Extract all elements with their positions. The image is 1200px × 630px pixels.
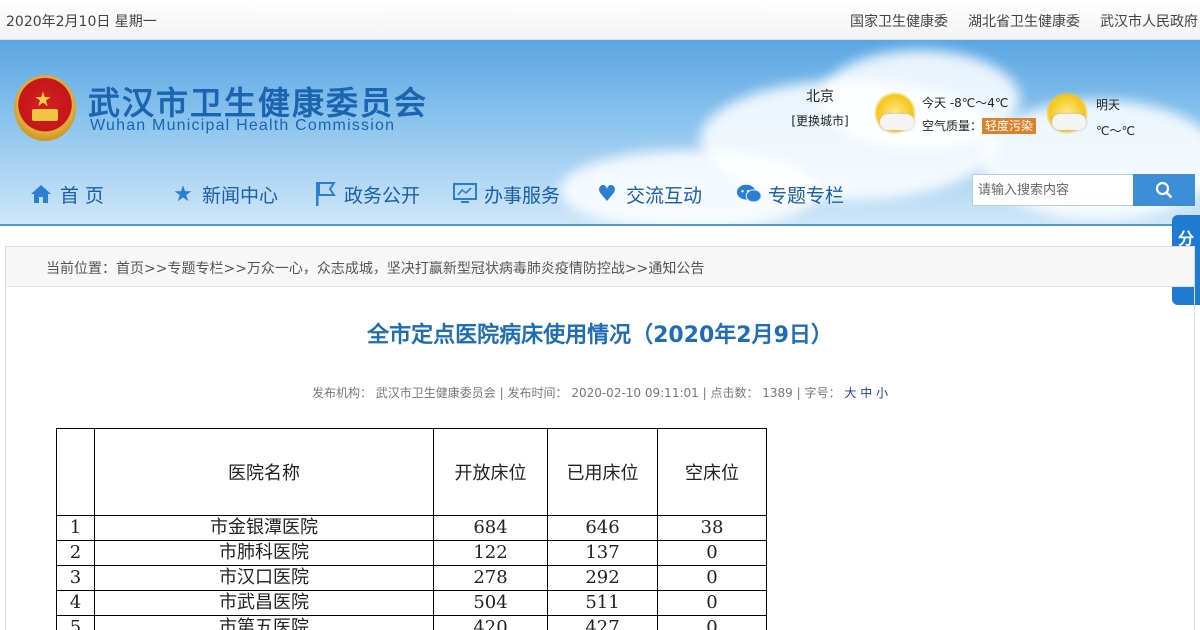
search-input[interactable] [972,174,1134,206]
current-date: 2020年2月10日 星期一 [6,14,157,30]
cell-empty-beds: 38 [657,515,767,541]
nav-item-special-topics[interactable]: 专题专栏 [736,174,844,214]
nav-item-government-affairs[interactable]: 政务公开 [312,174,420,214]
header-used-beds: 已用床位 [547,428,658,516]
search-button[interactable] [1133,174,1195,206]
cell-used-beds: 292 [547,565,658,591]
bed-usage-table: 医院名称 开放床位 已用床位 空床位 1 市金银潭医院 684 646 38 2… [56,428,767,630]
cell-index: 2 [56,540,95,566]
change-city-link[interactable]: [更换城市] [791,114,848,128]
article-meta: 发布机构： 武汉市卫生健康委员会 | 发布时间： 2020-02-10 09:1… [6,384,1194,401]
national-emblem-logo: ★ [14,75,76,141]
link-national-health-commission[interactable]: 国家卫生健康委 [850,11,948,31]
city-name: 北京 [806,89,834,105]
nav-item-services[interactable]: 办事服务 [452,174,560,214]
link-hubei-health-commission[interactable]: 湖北省卫生健康委 [968,11,1080,31]
cell-open-beds: 684 [433,515,548,541]
cell-index: 4 [56,590,95,616]
cloudy-rain-weather-icon [1046,92,1088,134]
monitor-icon [452,181,478,207]
publisher-label: 发布机构： [311,386,372,400]
breadcrumb: 当前位置：首页>>专题专栏>>万众一心，众志成城，坚决打赢新型冠状病毒肺炎疫情防… [6,247,1194,287]
weather-today: 今天 -8℃～4℃ 空气质量： 轻度污染 [922,92,1037,138]
cell-empty-beds: 0 [657,590,767,616]
header-index [56,428,95,516]
cell-open-beds: 504 [433,590,548,616]
home-icon [28,181,54,207]
font-size-small[interactable]: 小 [876,386,888,400]
cell-used-beds: 137 [547,540,658,566]
cell-empty-beds: 0 [657,565,767,591]
cell-index: 1 [56,515,95,541]
cell-index: 3 [56,565,95,591]
link-wuhan-government[interactable]: 武汉市人民政府 [1100,11,1198,31]
table-row: 3 市汉口医院 278 292 0 [56,565,767,591]
font-size-medium[interactable]: 中 [860,386,872,400]
font-size-label: | 字号： [796,386,841,400]
nav-item-label: 首 页 [60,184,105,207]
header-empty-beds: 空床位 [657,428,767,516]
cell-hospital-name: 市肺科医院 [94,540,434,566]
article-title: 全市定点医院病床使用情况（2020年2月9日） [367,323,833,348]
cell-open-beds: 122 [433,540,548,566]
air-quality-label: 空气质量： [922,119,983,133]
table-row: 4 市武昌医院 504 511 0 [56,590,767,616]
weather-city: 北京 [更换城市] [790,86,850,129]
nav-item-label: 政务公开 [344,184,421,207]
flag-icon [312,181,338,207]
search-box [972,174,1195,206]
cell-used-beds: 646 [547,515,658,541]
table-row: 1 市金银潭医院 684 646 38 [56,515,767,541]
air-quality-badge: 轻度污染 [982,118,1037,134]
table-row: 2 市肺科医院 122 137 0 [56,540,767,566]
cell-hospital-name: 市金银潭医院 [94,515,434,541]
chat-icon [736,181,762,207]
cell-used-beds: 427 [547,615,658,630]
nav-item-home[interactable]: 首 页 [28,174,104,214]
publisher-value: 武汉市卫生健康委员会 [375,386,496,400]
cell-hospital-name: 市武昌医院 [94,590,434,616]
cell-empty-beds: 0 [657,540,767,566]
nav-item-interaction[interactable]: ♥ 交流互动 [594,174,702,214]
publish-time-value: 2020-02-10 09:11:01 [571,386,699,400]
table-header-row: 医院名称 开放床位 已用床位 空床位 [56,428,767,516]
cell-empty-beds: 0 [657,615,767,630]
star-icon: ★ [173,181,193,207]
header-open-beds: 开放床位 [433,428,548,516]
nav-item-label: 专题专栏 [768,184,845,207]
cell-used-beds: 511 [547,590,658,616]
tomorrow-temperature: ℃～℃ [1096,124,1135,138]
tomorrow-label: 明天 [1096,98,1121,112]
font-size-large[interactable]: 大 [844,386,856,400]
today-temperature: -8℃～4℃ [949,96,1009,110]
cell-hospital-name: 市第五医院 [94,615,434,630]
search-icon [1155,181,1173,199]
sunny-weather-icon [874,92,916,134]
nav-item-label: 办事服务 [484,184,561,207]
views-value: 1389 [762,386,793,400]
heart-icon: ♥ [597,181,617,207]
cell-open-beds: 420 [433,615,548,630]
table-row: 5 市第五医院 420 427 0 [56,615,767,630]
publish-time-label: | 发布时间： [499,386,568,400]
top-bar: 2020年2月10日 星期一 国家卫生健康委 湖北省卫生健康委 武汉市人民政府 [0,0,1200,40]
cell-index: 5 [56,615,95,630]
top-links: 国家卫生健康委 湖北省卫生健康委 武汉市人民政府 [850,11,1198,31]
nav-item-label: 交流互动 [626,184,703,207]
cell-hospital-name: 市汉口医院 [94,565,434,591]
header-hospital-name: 医院名称 [94,428,434,516]
site-title-en: Wuhan Municipal Health Commission [90,117,396,134]
views-label: | 点击数： [702,386,759,400]
cell-open-beds: 278 [433,565,548,591]
nav-item-news[interactable]: ★ 新闻中心 [170,174,278,214]
weather-tomorrow: 明天 ℃～℃ [1096,92,1135,144]
today-label: 今天 [922,96,947,110]
nav-item-label: 新闻中心 [202,184,279,207]
article-container: 当前位置：首页>>专题专栏>>万众一心，众志成城，坚决打赢新型冠状病毒肺炎疫情防… [5,246,1195,630]
main-nav: 首 页 ★ 新闻中心 政务公开 办事服务 ♥ 交流互动 专题专栏 [0,174,960,214]
